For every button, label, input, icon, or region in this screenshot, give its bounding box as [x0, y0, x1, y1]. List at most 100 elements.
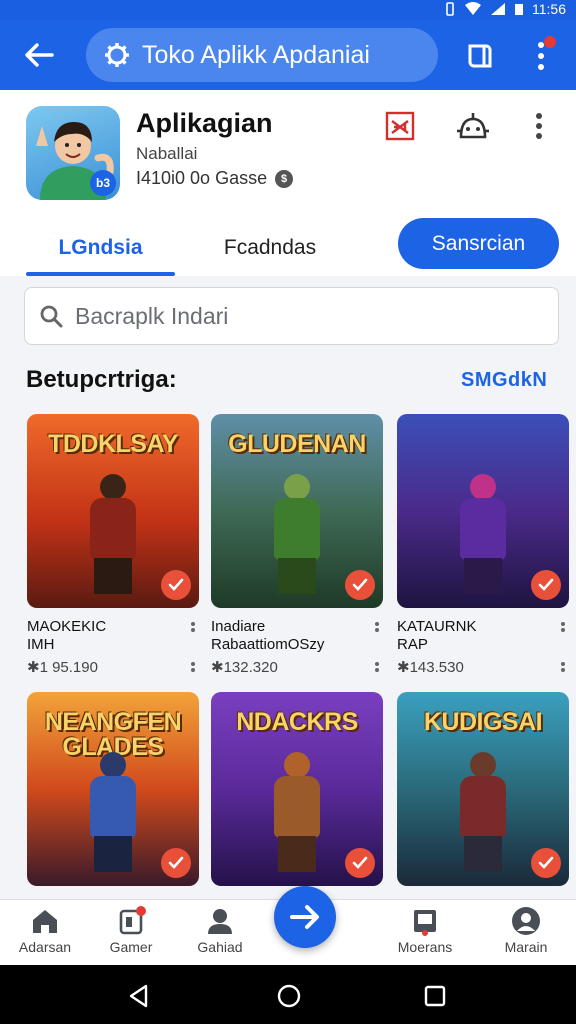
- account-icon: [512, 907, 540, 935]
- active-tab-indicator: [26, 272, 175, 276]
- tab-features[interactable]: Fcadndas: [206, 226, 334, 270]
- more-vertical-icon[interactable]: [191, 662, 195, 674]
- game-character-illustration: [448, 752, 518, 872]
- installed-check-icon: [531, 848, 561, 878]
- game-artwork[interactable]: GLUDENAN: [211, 414, 383, 608]
- game-card[interactable]: TDDKLSAY MAOKEKIC IMH ✱1 95.190: [27, 414, 199, 676]
- book-icon: [468, 44, 492, 68]
- game-artwork[interactable]: TDDKLSAY: [27, 414, 199, 608]
- game-art-title: KUDIGSAI: [423, 708, 543, 736]
- library-button[interactable]: [460, 36, 500, 76]
- subscribe-button[interactable]: Sansrcian: [398, 218, 559, 269]
- system-home-icon[interactable]: [276, 983, 302, 1009]
- search-field[interactable]: Bacraplk Indari: [24, 287, 559, 345]
- game-rating: ✱132.320: [211, 658, 383, 676]
- nav-item-store[interactable]: Moerans: [380, 906, 470, 955]
- game-art-title: NDACKRS: [236, 708, 358, 736]
- info-icon[interactable]: $: [275, 169, 294, 188]
- app-stats-text: I410i0 0o Gasse: [136, 168, 268, 188]
- overflow-menu-button[interactable]: [526, 34, 556, 78]
- store-icon: [414, 910, 436, 936]
- app-bar: Toko Aplikk Apdaniai: [0, 20, 576, 90]
- game-artwork[interactable]: NDACKRS: [211, 692, 383, 886]
- gear-icon: [105, 43, 129, 67]
- back-button[interactable]: [18, 34, 60, 76]
- signal-icon: [491, 3, 505, 15]
- arrow-left-icon: [25, 43, 54, 67]
- status-bar: 11:56: [0, 0, 576, 20]
- system-back-icon[interactable]: [126, 983, 152, 1009]
- wifi-icon: [465, 2, 481, 15]
- games-badge: [136, 906, 146, 916]
- more-vertical-icon: [536, 113, 542, 139]
- app-title: Aplikagian: [136, 108, 273, 138]
- installed-check-icon: [345, 570, 375, 600]
- game-artwork[interactable]: [397, 414, 569, 608]
- game-card[interactable]: KATAURNK RAP ✱143.530: [397, 414, 569, 676]
- home-icon: [33, 910, 57, 933]
- more-vertical-icon[interactable]: [375, 622, 379, 634]
- app-more-button[interactable]: [522, 108, 556, 144]
- store-search-bar[interactable]: Toko Aplikk Apdaniai: [86, 28, 438, 82]
- game-art-title: GLUDENAN: [228, 430, 366, 458]
- game-artwork[interactable]: KUDIGSAI: [397, 692, 569, 886]
- game-card[interactable]: KUDIGSAI: [397, 692, 569, 886]
- game-artwork[interactable]: NEANGFEN GLADES: [27, 692, 199, 886]
- section-title: Betupcrtriga:: [26, 366, 177, 393]
- nav-label-account: Marain: [504, 939, 548, 955]
- game-rating: ✱143.530: [397, 658, 569, 676]
- app-stats: I410i0 0o Gasse $: [136, 168, 294, 189]
- nav-label-home: Adarsan: [18, 939, 72, 955]
- controller-off-icon: [385, 111, 415, 141]
- tab-overview[interactable]: LGndsia: [26, 226, 175, 270]
- system-recents-icon[interactable]: [422, 983, 448, 1009]
- robot-button[interactable]: [455, 108, 491, 144]
- next-fab-button[interactable]: [274, 886, 336, 948]
- more-vertical-icon[interactable]: [561, 662, 565, 674]
- vibrate-icon: [446, 2, 454, 16]
- game-card[interactable]: NEANGFEN GLADES: [27, 692, 199, 886]
- app-developer: Naballai: [136, 144, 198, 163]
- game-name: MAOKEKIC IMH: [27, 618, 199, 654]
- nav-item-profile[interactable]: Gahiad: [175, 906, 265, 955]
- game-name: Inadiare RabaattiomOSzy: [211, 618, 383, 654]
- game-character-illustration: [78, 474, 148, 594]
- game-character-illustration: [262, 474, 332, 594]
- notification-badge: [544, 36, 556, 48]
- section-see-all-link[interactable]: SMGdkN: [461, 369, 547, 392]
- store-search-text: Toko Aplikk Apdaniai: [142, 40, 370, 69]
- nav-item-account[interactable]: Marain: [481, 906, 571, 955]
- system-navigation-bar: [0, 965, 576, 1024]
- nav-label-profile: Gahiad: [197, 939, 243, 955]
- game-controller-button[interactable]: [382, 108, 418, 144]
- game-art-title: TDDKLSAY: [48, 430, 178, 458]
- game-card[interactable]: GLUDENAN Inadiare RabaattiomOSzy ✱132.320: [211, 414, 383, 676]
- installed-check-icon: [161, 848, 191, 878]
- installed-check-icon: [531, 570, 561, 600]
- battery-icon: [515, 4, 523, 15]
- nav-item-games[interactable]: Gamer: [86, 906, 176, 955]
- more-vertical-icon[interactable]: [191, 622, 195, 634]
- app-header: b3 Aplikagian Naballai I410i0 0o Gasse $…: [0, 90, 576, 276]
- nav-label-games: Gamer: [109, 939, 153, 955]
- game-character-illustration: [262, 752, 332, 872]
- game-name: KATAURNK RAP: [397, 618, 569, 654]
- game-character-illustration: [78, 752, 148, 872]
- installed-check-icon: [161, 570, 191, 600]
- app-icon: b3: [26, 106, 120, 200]
- nav-item-home[interactable]: Adarsan: [0, 906, 90, 955]
- more-vertical-icon[interactable]: [375, 662, 379, 674]
- robot-icon: [457, 113, 489, 139]
- clock: 11:56: [532, 1, 566, 17]
- profile-icon: [208, 909, 232, 934]
- arrow-right-icon: [290, 905, 319, 929]
- search-placeholder: Bacraplk Indari: [75, 302, 229, 329]
- nav-label-store: Moerans: [397, 939, 453, 955]
- game-rating: ✱1 95.190: [27, 658, 199, 676]
- search-icon: [40, 305, 63, 328]
- more-vertical-icon[interactable]: [561, 622, 565, 634]
- game-character-illustration: [448, 474, 518, 594]
- installed-check-icon: [345, 848, 375, 878]
- game-card[interactable]: NDACKRS: [211, 692, 383, 886]
- verified-badge-icon: b3: [90, 170, 116, 196]
